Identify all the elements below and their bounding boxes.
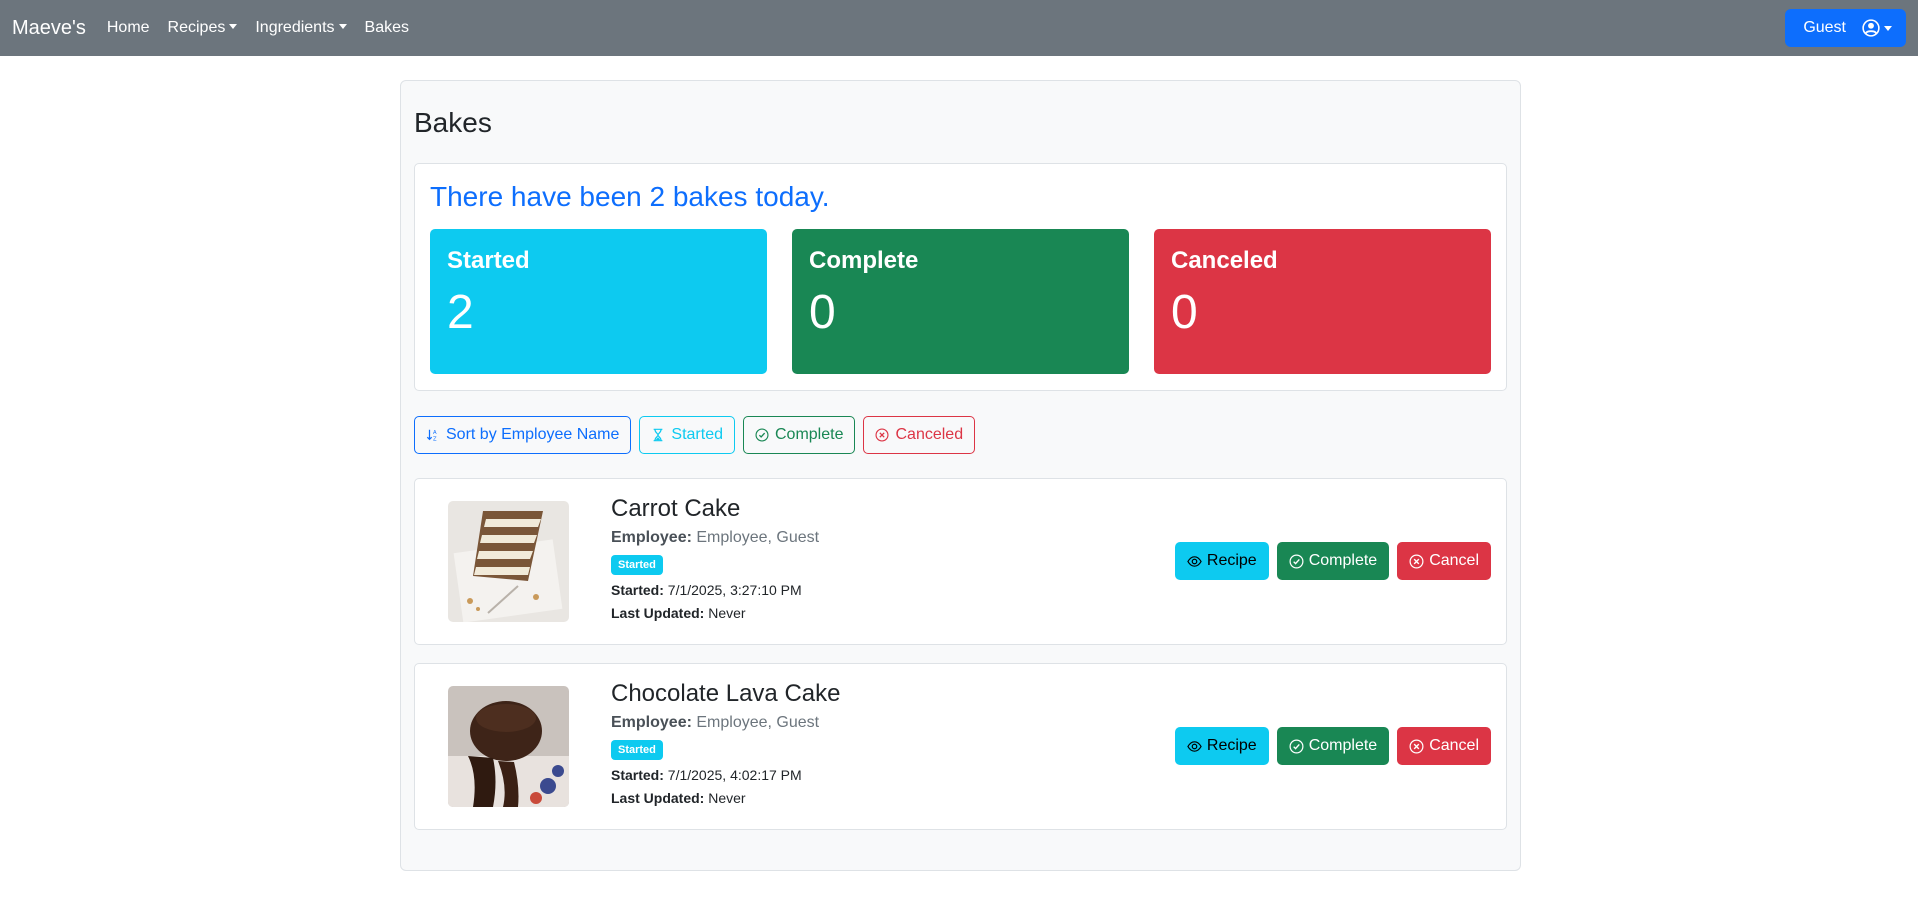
bake-employee: Employee: Employee, Guest: [611, 529, 819, 547]
updated-value: Never: [708, 605, 746, 621]
employee-value: Employee, Guest: [696, 714, 820, 731]
filter-canceled-label: Canceled: [895, 426, 964, 443]
sort-by-employee-button[interactable]: A Z Sort by Employee Name: [414, 416, 632, 454]
nav-recipes-dropdown[interactable]: Recipes: [159, 11, 247, 45]
stat-complete-card: Complete 0: [792, 229, 1129, 374]
recipe-button-label: Recipe: [1206, 737, 1257, 754]
stat-started-value: 2: [447, 286, 474, 339]
x-circle-icon: [1409, 739, 1424, 753]
bake-updated: Last Updated: Never: [611, 790, 840, 806]
nav-home[interactable]: Home: [98, 11, 159, 45]
complete-button-label: Complete: [1308, 552, 1378, 569]
bake-started: Started: 7/1/2025, 4:02:17 PM: [611, 767, 840, 783]
filter-started-label: Started: [671, 426, 723, 443]
cancel-button-label: Cancel: [1429, 552, 1479, 569]
recipe-button-label: Recipe: [1206, 552, 1257, 569]
nav-ingredients-dropdown[interactable]: Ingredients: [246, 11, 355, 45]
recipe-button[interactable]: Recipe: [1174, 727, 1269, 765]
filter-started-button[interactable]: Started: [639, 416, 735, 454]
caret-down-icon: [338, 24, 347, 29]
nav-bakes[interactable]: Bakes: [356, 11, 418, 45]
complete-button[interactable]: Complete: [1276, 727, 1390, 765]
brand-link[interactable]: Maeve's: [12, 17, 86, 40]
filter-complete-label: Complete: [775, 426, 844, 443]
cancel-button-label: Cancel: [1429, 737, 1479, 754]
bake-info: Carrot Cake Employee: Employee, Guest St…: [611, 495, 819, 621]
bake-name: Chocolate Lava Cake: [611, 680, 841, 707]
cancel-button[interactable]: Cancel: [1397, 542, 1491, 580]
stat-complete-label: Complete: [809, 247, 919, 274]
nav-home-label: Home: [106, 19, 150, 36]
x-circle-icon: [875, 428, 890, 442]
check-circle-icon: [1289, 739, 1304, 753]
summary-title: There have been 2 bakes today.: [430, 181, 830, 212]
filter-bar: A Z Sort by Employee Name Started Comple…: [414, 416, 983, 454]
started-label: Started:: [611, 767, 664, 783]
person-circle-icon: [1862, 19, 1880, 37]
stat-started-card: Started 2: [430, 229, 767, 374]
bakes-summary-card: There have been 2 bakes today. Started 2…: [414, 163, 1507, 391]
sort-by-employee-label: Sort by Employee Name: [446, 426, 620, 443]
updated-value: Never: [708, 790, 746, 806]
recipe-button[interactable]: Recipe: [1174, 542, 1269, 580]
caret-down-icon: [1884, 25, 1892, 31]
caret-down-icon: [229, 24, 238, 29]
bake-actions: Recipe Complete Cancel: [1167, 542, 1491, 580]
stat-complete-value: 0: [809, 286, 836, 339]
started-value: 7/1/2025, 3:27:10 PM: [667, 582, 802, 598]
bake-info: Chocolate Lava Cake Employee: Employee, …: [611, 680, 840, 806]
nav-bakes-label: Bakes: [364, 19, 409, 36]
svg-text:A: A: [433, 430, 437, 436]
bake-employee: Employee: Employee, Guest: [611, 714, 840, 732]
started-value: 7/1/2025, 4:02:17 PM: [667, 767, 802, 783]
bake-started: Started: 7/1/2025, 3:27:10 PM: [611, 582, 819, 598]
eye-icon: [1187, 555, 1202, 567]
updated-label: Last Updated:: [611, 790, 705, 806]
bake-actions: Recipe Complete Cancel: [1167, 727, 1491, 765]
employee-value: Employee, Guest: [696, 529, 820, 546]
started-label: Started:: [611, 582, 664, 598]
chocolate-lava-cake-photo: [448, 686, 569, 807]
nav-recipes-label: Recipes: [167, 19, 226, 36]
stat-canceled-label: Canceled: [1171, 247, 1278, 274]
cancel-button[interactable]: Cancel: [1397, 727, 1491, 765]
bake-updated: Last Updated: Never: [611, 605, 819, 621]
filter-complete-button[interactable]: Complete: [743, 416, 856, 454]
x-circle-icon: [1409, 554, 1424, 568]
check-circle-icon: [755, 428, 769, 442]
employee-label: Employee:: [611, 529, 692, 546]
bake-card: Chocolate Lava Cake Employee: Employee, …: [414, 663, 1507, 830]
stat-canceled-card: Canceled 0: [1154, 229, 1491, 374]
stat-started-label: Started: [447, 247, 530, 274]
bake-card: Carrot Cake Employee: Employee, Guest St…: [414, 478, 1507, 645]
updated-label: Last Updated:: [611, 605, 705, 621]
hourglass-icon: [654, 428, 663, 442]
bakes-panel: Bakes There have been 2 bakes today. Sta…: [400, 80, 1521, 871]
status-badge: Started: [611, 740, 663, 760]
nav-ingredients-label: Ingredients: [255, 19, 335, 36]
employee-label: Employee:: [611, 714, 692, 731]
svg-text:Z: Z: [433, 436, 437, 442]
top-navbar: Maeve's Home Recipes Ingredients Bakes G…: [0, 0, 1918, 56]
sort-icon: A Z: [426, 429, 437, 442]
chocolate-lava-cake-image: [448, 686, 569, 807]
complete-button-label: Complete: [1308, 737, 1378, 754]
bake-name: Carrot Cake: [611, 495, 741, 522]
eye-icon: [1187, 740, 1202, 752]
complete-button[interactable]: Complete: [1276, 542, 1390, 580]
carrot-cake-image: [448, 501, 569, 622]
stat-canceled-value: 0: [1171, 286, 1198, 339]
user-menu-button[interactable]: Guest: [1785, 9, 1906, 47]
user-name: Guest: [1803, 19, 1846, 36]
status-badge: Started: [611, 555, 663, 575]
page-title: Bakes: [414, 107, 492, 138]
filter-canceled-button[interactable]: Canceled: [863, 416, 976, 454]
check-circle-icon: [1289, 554, 1304, 568]
carrot-cake-photo: [448, 501, 569, 622]
